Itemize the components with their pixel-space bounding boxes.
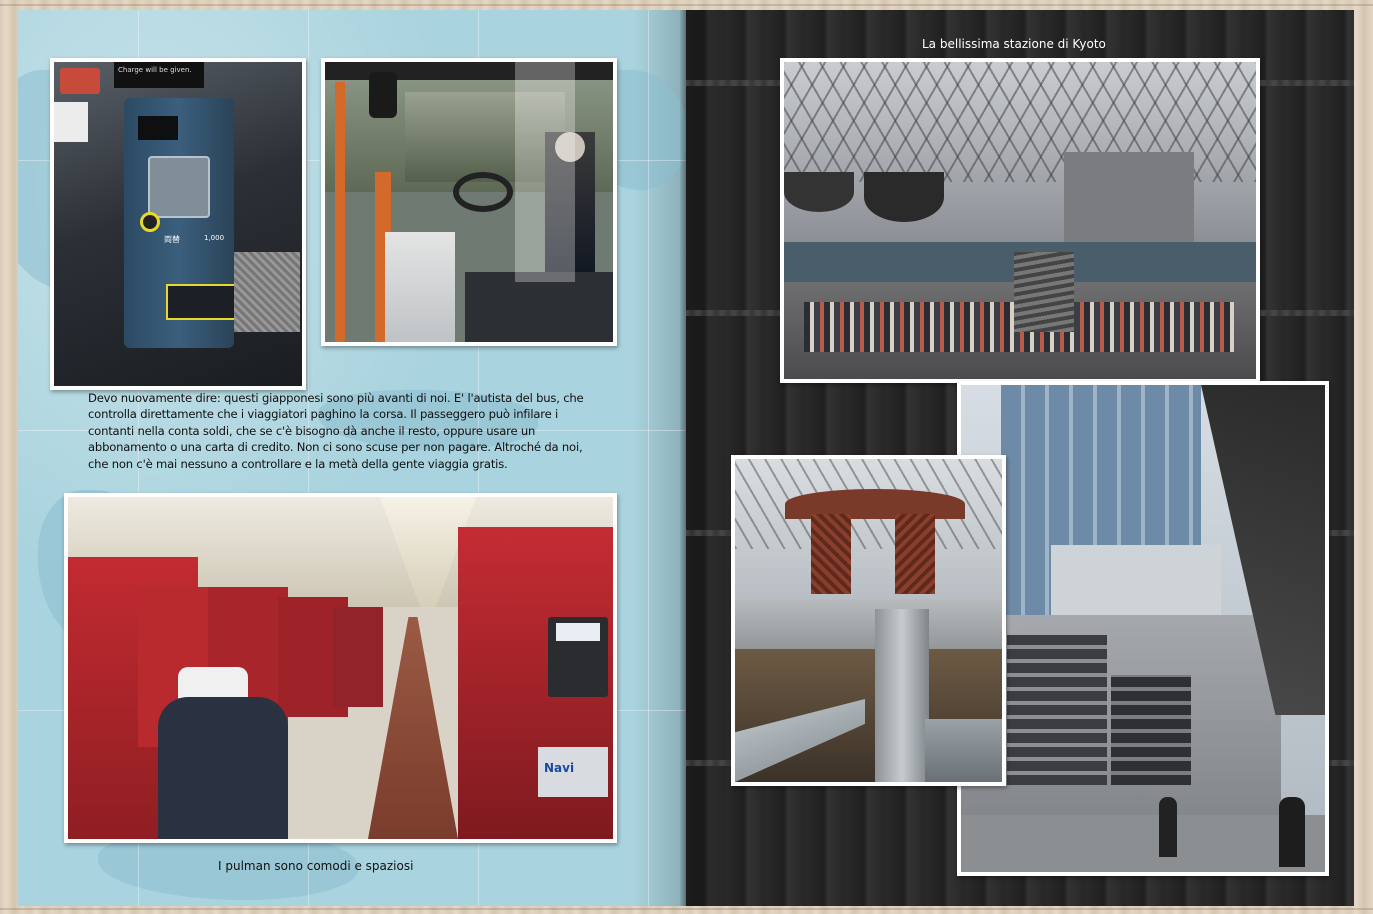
qr-codes [556, 623, 600, 641]
story-paragraph: Devo nuovamente dire: questi giapponesi … [88, 391, 584, 471]
gate-leg [811, 514, 851, 594]
magazine: Navi [538, 747, 608, 797]
glass-railing [925, 719, 1002, 782]
seat-row [333, 607, 383, 707]
banknote-label: 1,000 [204, 234, 225, 242]
passenger [158, 697, 288, 839]
wood-plank-line [0, 4, 1373, 6]
grid-block [1111, 675, 1191, 785]
photo-bus-driver[interactable] [321, 58, 617, 346]
photo-station-tower[interactable] [957, 381, 1329, 876]
map-grid-line [648, 10, 649, 906]
rear-view-mirror [369, 72, 397, 118]
paper-note [54, 102, 88, 142]
water-column [875, 609, 929, 782]
fare-box [385, 232, 455, 342]
steering-wheel [453, 172, 513, 212]
sculpture [784, 172, 854, 212]
bill-slot [166, 284, 236, 320]
coin-slot [140, 212, 160, 232]
pedestrian [1159, 797, 1177, 857]
caption-train-seats: I pulman sono comodi e spaziosi [218, 859, 414, 873]
change-button-label: 両替 [164, 235, 180, 244]
curtain [515, 62, 575, 282]
photo-fare-machine[interactable]: Charge will be given. 両替 1,000 [50, 58, 306, 390]
floor-plate [234, 252, 300, 332]
wood-plank-line [0, 908, 1373, 910]
gate-leg [895, 514, 935, 594]
photo-station-hall[interactable] [780, 58, 1260, 383]
escalator [1014, 252, 1074, 332]
grid-block [1007, 635, 1107, 785]
photo-train-interior[interactable]: Navi [64, 493, 617, 843]
pedestrian [1279, 797, 1305, 867]
sculpture [864, 172, 944, 222]
handrail-pole [335, 82, 345, 342]
caption-kyoto-station: La bellissima stazione di Kyoto [922, 37, 1106, 51]
ticket-slot [138, 116, 178, 140]
dashboard [465, 272, 613, 342]
sidewalk [961, 815, 1325, 872]
fare-machine-top-label: Charge will be given. [114, 62, 204, 88]
warning-sign [60, 68, 100, 94]
ic-card-reader [148, 156, 210, 218]
photo-gate-sculpture[interactable] [731, 455, 1006, 786]
